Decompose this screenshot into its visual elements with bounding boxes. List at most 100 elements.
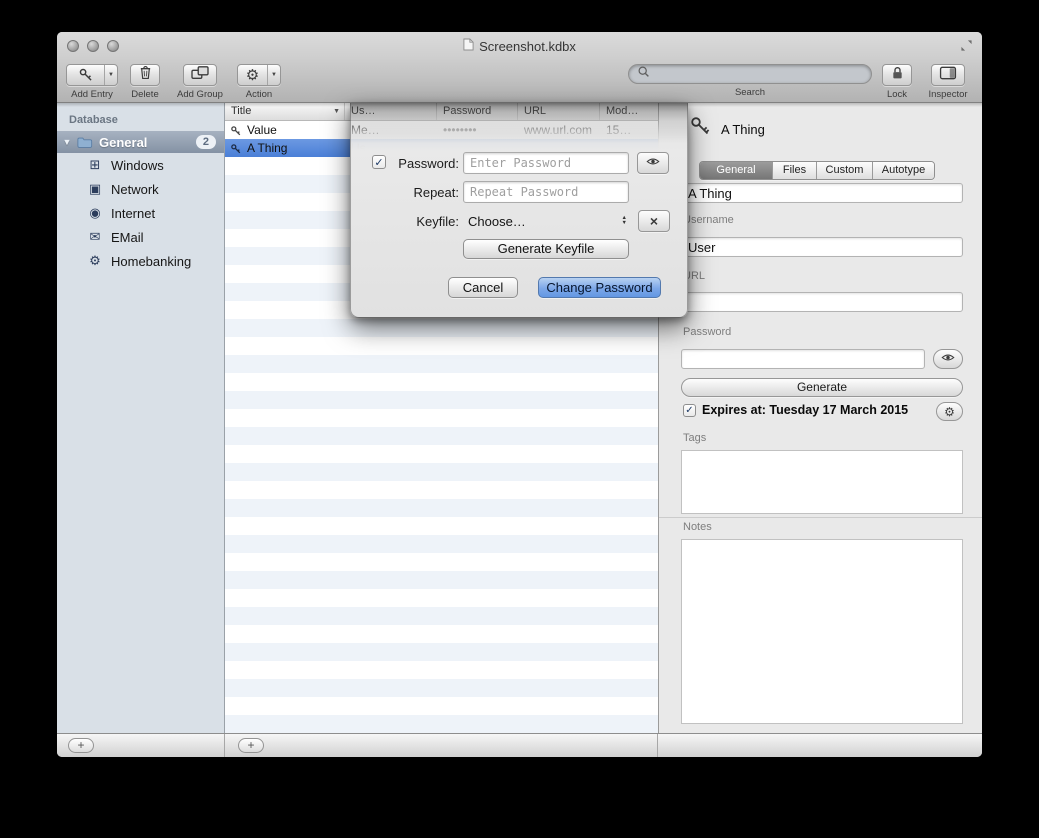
sidebar-header-database: Database — [57, 103, 224, 131]
internet-icon: ◉ — [87, 205, 103, 221]
window-title-group: Screenshot.kdbx — [57, 38, 982, 54]
delete-button[interactable] — [130, 64, 160, 86]
sort-descending-icon: ▼ — [333, 103, 340, 120]
sheet-password-input[interactable] — [463, 152, 629, 174]
eye-icon — [646, 154, 660, 172]
search-icon — [637, 65, 650, 83]
cell-title: A Thing — [247, 139, 343, 157]
keyfile-popup-value: Choose… — [463, 214, 622, 229]
group-label: General — [99, 135, 147, 150]
key-icon — [689, 114, 711, 143]
bottom-bar-divider — [224, 734, 225, 757]
tab-general[interactable]: General — [700, 162, 772, 179]
disclosure-triangle-icon[interactable]: ▼ — [57, 137, 77, 147]
entry-list-add-entry-button[interactable]: + — [238, 738, 264, 753]
password-enabled-checkbox[interactable]: ✓ — [372, 155, 386, 169]
generate-keyfile-button[interactable]: Generate Keyfile — [463, 239, 629, 259]
key-icon — [67, 65, 104, 85]
inspector-icon — [939, 66, 957, 85]
windows-icon: ⊞ — [87, 157, 103, 173]
document-icon — [463, 38, 474, 54]
inspector-label: Inspector — [920, 89, 976, 100]
screen: { "window": { "title": "Screenshot.kdbx"… — [0, 0, 1039, 838]
tags-label: Tags — [683, 432, 706, 444]
password-input[interactable] — [681, 349, 925, 369]
group-count-badge: 2 — [196, 135, 216, 149]
titlebar[interactable]: Screenshot.kdbx — [57, 32, 982, 60]
sheet-keyfile-label: Keyfile: — [387, 214, 459, 229]
window-chrome: Screenshot.kdbx ▼ Add Entry — [57, 32, 982, 103]
bottom-bar: + + — [57, 733, 982, 757]
action-button[interactable]: ⚙ ▼ — [237, 64, 281, 86]
expires-label: Expires at: Tuesday 17 March 2015 — [702, 403, 908, 417]
chevron-down-icon[interactable]: ▼ — [267, 65, 280, 85]
inspector-tabs: General Files Custom Autotype — [699, 161, 935, 180]
add-entry-label: Add Entry — [66, 89, 118, 100]
homebanking-icon: ⚙ — [87, 253, 103, 269]
sidebar-item-label: Homebanking — [111, 254, 191, 269]
sheet-repeat-input[interactable] — [463, 181, 629, 203]
reveal-password-button[interactable] — [933, 349, 963, 369]
window-title: Screenshot.kdbx — [479, 39, 576, 54]
email-icon: ✉ — [87, 229, 103, 245]
network-icon: ▣ — [87, 181, 103, 197]
sheet-repeat-label: Repeat: — [387, 185, 459, 200]
clear-keyfile-button[interactable]: × — [638, 210, 670, 232]
password-settings-button[interactable]: ⚙ — [936, 402, 963, 421]
notes-textarea[interactable] — [681, 539, 963, 724]
add-group-button[interactable] — [183, 64, 217, 86]
inspector-entry-title: A Thing — [721, 122, 765, 137]
username-label: Username — [683, 214, 734, 226]
app-window: Screenshot.kdbx ▼ Add Entry — [57, 32, 982, 757]
action-label: Action — [236, 89, 282, 100]
change-password-button[interactable]: Change Password — [538, 277, 661, 298]
sidebar-add-group-button[interactable]: + — [68, 738, 94, 753]
add-group-icon — [190, 65, 210, 86]
search-label: Search — [628, 87, 872, 98]
delete-label: Delete — [129, 89, 161, 100]
sidebar-group-general[interactable]: ▼ General 2 — [57, 131, 224, 153]
change-password-sheet: ✓ Password: Repeat: Keyfile: Choose… ▲▼ … — [350, 103, 688, 318]
sidebar-item-label: EMail — [111, 230, 144, 245]
add-entry-button[interactable]: ▼ — [66, 64, 118, 86]
inspector-button[interactable] — [931, 64, 965, 86]
url-input[interactable] — [681, 292, 963, 312]
sidebar-item-email[interactable]: ✉ EMail — [57, 225, 224, 249]
column-header-title[interactable]: ▼ Title — [225, 103, 345, 120]
tab-custom[interactable]: Custom — [816, 162, 872, 179]
sidebar-item-homebanking[interactable]: ⚙ Homebanking — [57, 249, 224, 273]
eye-icon — [941, 350, 955, 368]
close-icon: × — [650, 213, 658, 229]
sidebar-item-network[interactable]: ▣ Network — [57, 177, 224, 201]
sidebar-item-internet[interactable]: ◉ Internet — [57, 201, 224, 225]
reveal-password-button[interactable] — [637, 152, 669, 174]
lock-button[interactable] — [882, 64, 912, 86]
search-input[interactable] — [654, 67, 863, 81]
check-icon: ✓ — [374, 156, 383, 169]
cancel-button[interactable]: Cancel — [448, 277, 518, 298]
gear-icon: ⚙ — [238, 65, 267, 85]
tab-files[interactable]: Files — [772, 162, 816, 179]
check-icon: ✓ — [685, 405, 693, 416]
bottom-bar-divider — [657, 734, 658, 757]
search-field[interactable] — [628, 64, 872, 84]
sidebar-item-label: Windows — [111, 158, 164, 173]
tags-textarea[interactable] — [681, 450, 963, 514]
title-input[interactable] — [681, 183, 963, 203]
generate-password-button[interactable]: Generate — [681, 378, 963, 397]
fullscreen-button[interactable] — [960, 39, 974, 53]
sidebar-item-label: Internet — [111, 206, 155, 221]
expires-checkbox[interactable]: ✓ — [683, 404, 696, 417]
cell-title: Value — [247, 121, 343, 139]
password-label: Password — [683, 326, 731, 338]
toolbar: ▼ Add Entry Delete Add Group — [57, 60, 982, 103]
sidebar-item-label: Network — [111, 182, 159, 197]
sidebar-item-windows[interactable]: ⊞ Windows — [57, 153, 224, 177]
lock-icon — [890, 65, 905, 85]
section-divider — [659, 517, 982, 518]
chevron-down-icon[interactable]: ▼ — [104, 65, 117, 85]
popup-arrows-icon: ▲▼ — [622, 216, 633, 226]
keyfile-popup[interactable]: Choose… ▲▼ — [463, 209, 633, 233]
tab-autotype[interactable]: Autotype — [872, 162, 934, 179]
username-input[interactable] — [681, 237, 963, 257]
